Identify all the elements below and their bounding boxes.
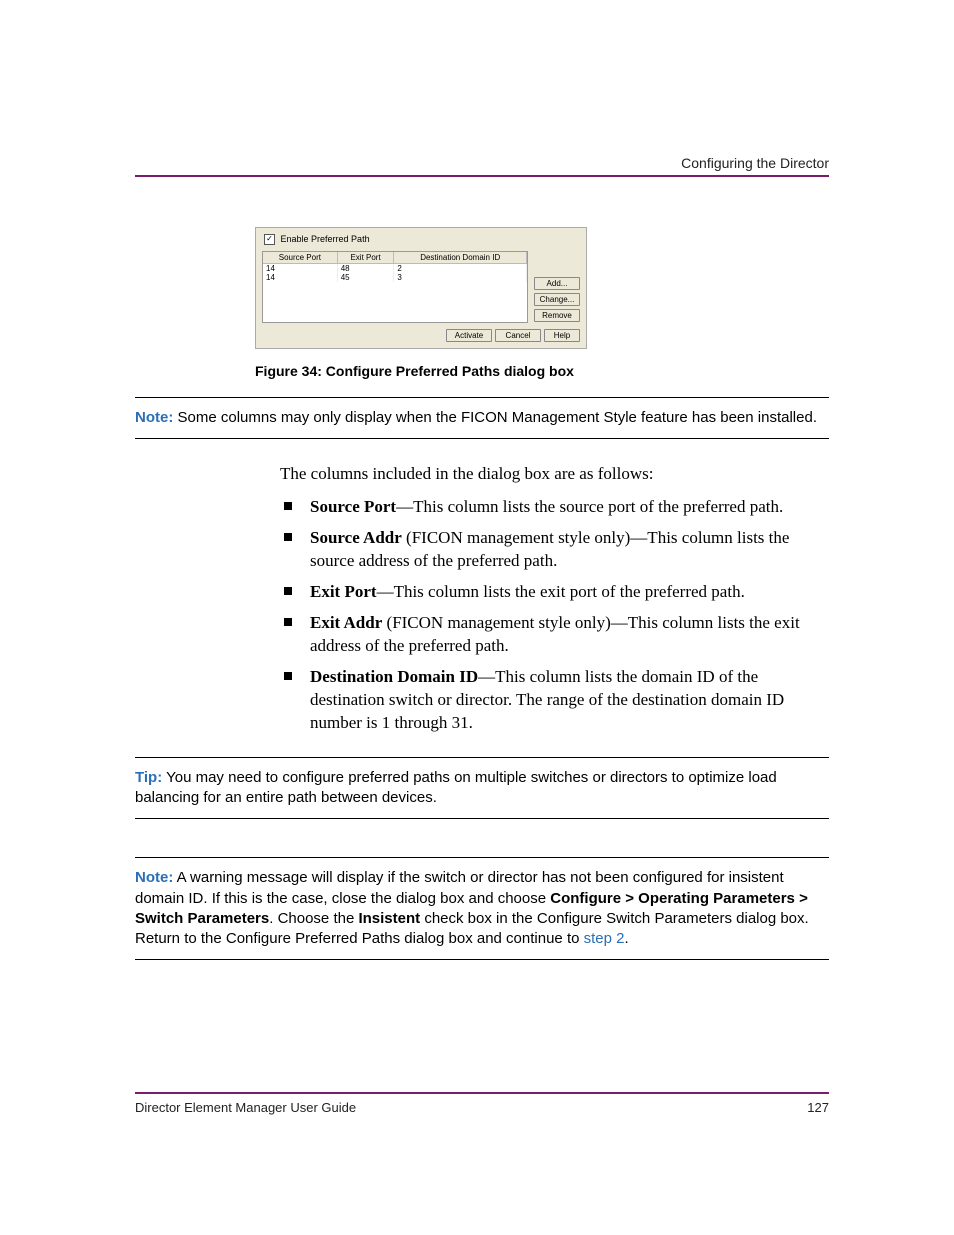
- note2-rule-top: [135, 857, 829, 858]
- note-rule-top: [135, 397, 829, 398]
- change-button[interactable]: Change...: [534, 293, 580, 306]
- cell-source-port: 14: [263, 264, 337, 274]
- note-rule-bottom: [135, 438, 829, 439]
- list-item: Destination Domain ID—This column lists …: [280, 666, 829, 735]
- tip-text: You may need to configure preferred path…: [135, 769, 777, 806]
- column-descriptions-list: Source Port—This column lists the source…: [280, 496, 829, 734]
- enable-preferred-path-checkbox[interactable]: ✓: [264, 234, 275, 245]
- header-rule: [135, 175, 829, 177]
- list-item: Source Addr (FICON management style only…: [280, 527, 829, 573]
- cell-exit-port: 48: [337, 264, 394, 274]
- tip-block: Tip: You may need to configure preferred…: [135, 768, 829, 809]
- tip-label: Tip:: [135, 769, 162, 786]
- table-row[interactable]: 14 45 3: [263, 273, 527, 282]
- note2-rule-bottom: [135, 959, 829, 960]
- note2-t2: . Choose the: [269, 910, 358, 927]
- cell-dest-domain: 3: [394, 273, 527, 282]
- list-item: Exit Port—This column lists the exit por…: [280, 581, 829, 604]
- col-exit-port[interactable]: Exit Port: [337, 252, 394, 264]
- step-link[interactable]: step 2: [584, 930, 625, 947]
- bullet-tail: (FICON management style only)—This colum…: [310, 613, 800, 655]
- note2-bold2: Insistent: [358, 910, 420, 927]
- page-footer: Director Element Manager User Guide 127: [135, 1092, 829, 1115]
- cell-source-port: 14: [263, 273, 337, 282]
- tip-rule-bottom: [135, 818, 829, 819]
- preferred-paths-dialog: ✓ Enable Preferred Path Source Port Exit…: [255, 227, 587, 349]
- list-item: Exit Addr (FICON management style only)—…: [280, 612, 829, 658]
- bullet-tail: —This column lists the exit port of the …: [377, 582, 745, 601]
- footer-rule: [135, 1092, 829, 1094]
- enable-preferred-path-label: Enable Preferred Path: [281, 234, 370, 244]
- col-destination-domain-id[interactable]: Destination Domain ID: [394, 252, 527, 264]
- note-block: Note: Some columns may only display when…: [135, 408, 829, 428]
- note-label: Note:: [135, 869, 173, 886]
- tip-rule-top: [135, 757, 829, 758]
- cell-dest-domain: 2: [394, 264, 527, 274]
- cell-exit-port: 45: [337, 273, 394, 282]
- footer-guide-title: Director Element Manager User Guide: [135, 1100, 356, 1115]
- preferred-paths-table[interactable]: Source Port Exit Port Destination Domain…: [262, 251, 528, 323]
- add-button[interactable]: Add...: [534, 277, 580, 290]
- table-row[interactable]: 14 48 2: [263, 264, 527, 274]
- activate-button[interactable]: Activate: [446, 329, 492, 342]
- remove-button[interactable]: Remove: [534, 309, 580, 322]
- cancel-button[interactable]: Cancel: [495, 329, 541, 342]
- help-button[interactable]: Help: [544, 329, 580, 342]
- figure-caption: Figure 34: Configure Preferred Paths dia…: [255, 363, 829, 379]
- bullet-head: Destination Domain ID: [310, 667, 478, 686]
- bullet-head: Source Port: [310, 497, 396, 516]
- running-header: Configuring the Director: [135, 155, 829, 171]
- bullet-head: Source Addr: [310, 528, 402, 547]
- footer-page-number: 127: [807, 1100, 829, 1115]
- list-item: Source Port—This column lists the source…: [280, 496, 829, 519]
- bullet-tail: —This column lists the source port of th…: [396, 497, 783, 516]
- col-source-port[interactable]: Source Port: [263, 252, 337, 264]
- note2-t4: .: [625, 930, 629, 947]
- bullet-head: Exit Addr: [310, 613, 382, 632]
- note-label: Note:: [135, 409, 173, 426]
- bullet-head: Exit Port: [310, 582, 377, 601]
- note2-block: Note: A warning message will display if …: [135, 868, 829, 949]
- note-text: Some columns may only display when the F…: [173, 409, 817, 426]
- body-paragraph: The columns included in the dialog box a…: [280, 463, 829, 486]
